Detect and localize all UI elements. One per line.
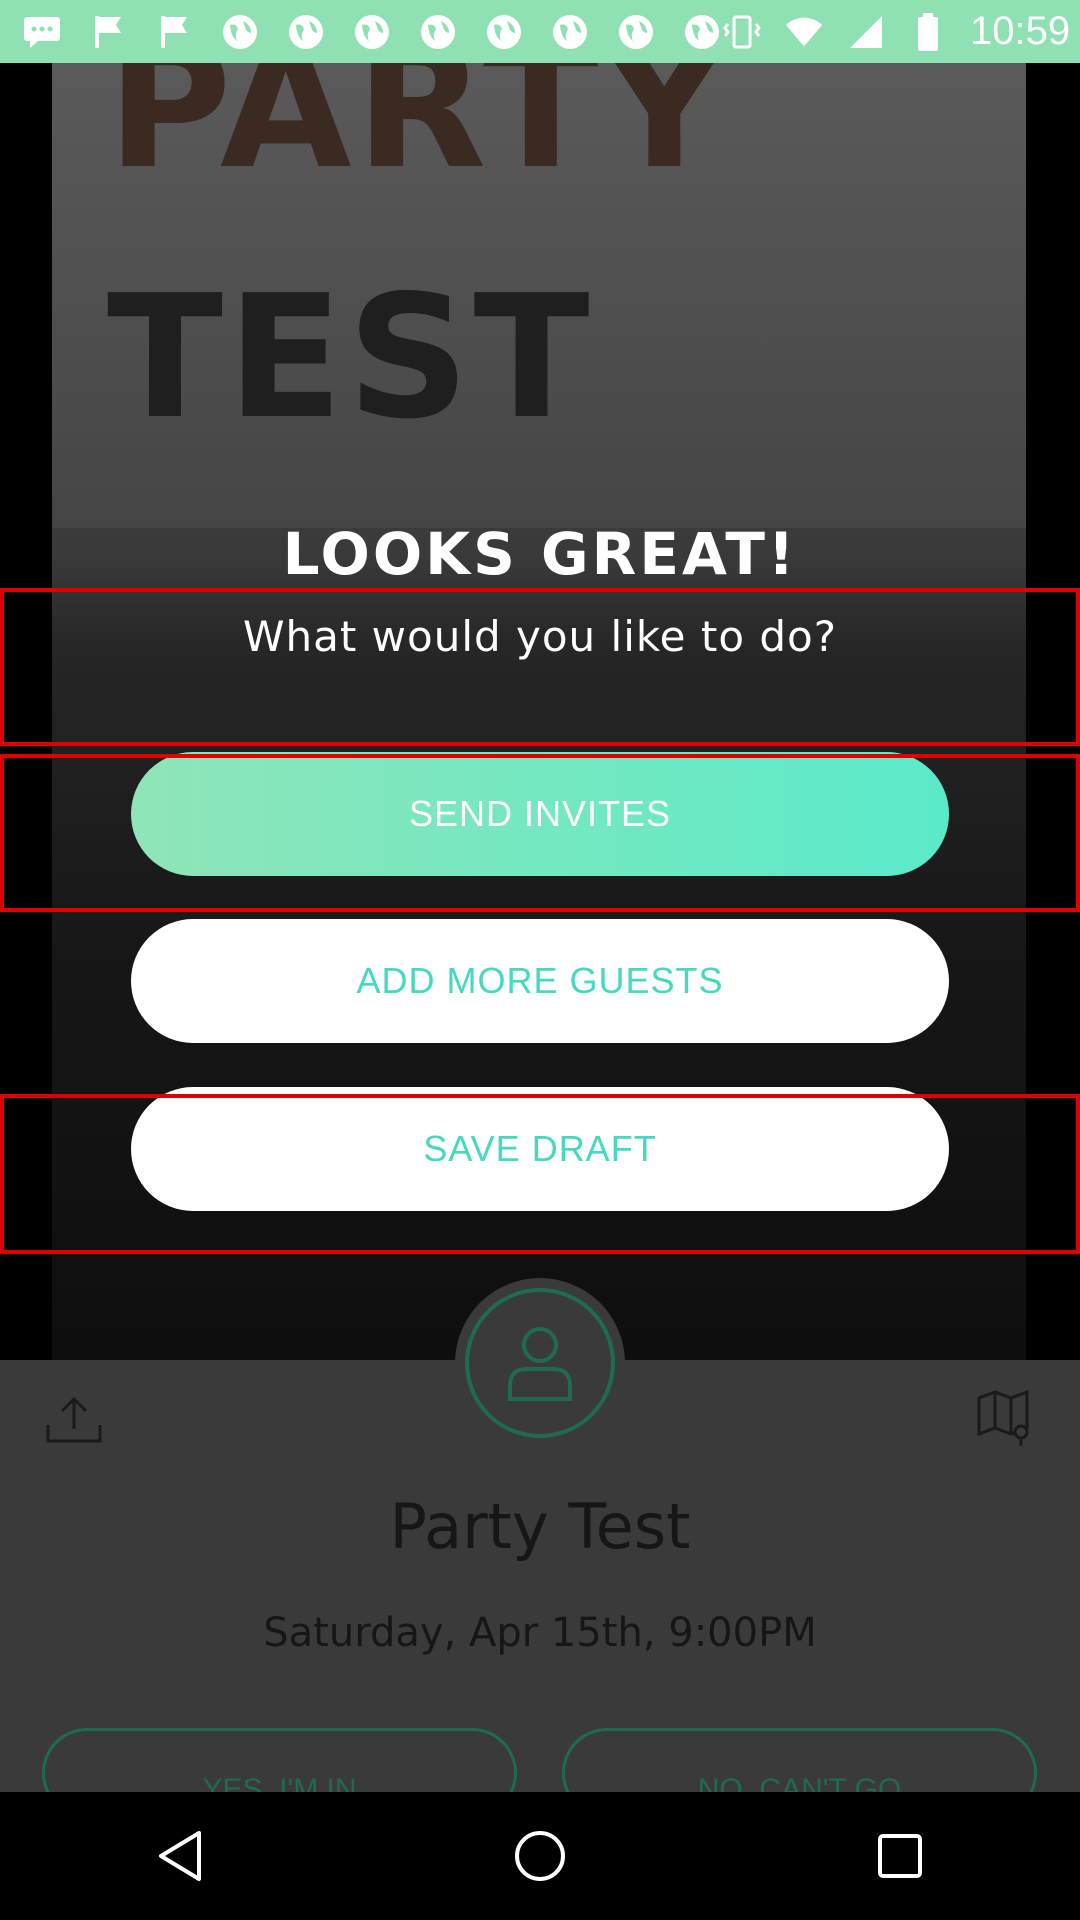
poster-title-line1: PARTY <box>107 63 730 207</box>
modal-title: LOOKS GREAT! <box>282 520 798 588</box>
chat-icon <box>22 12 62 52</box>
home-circle-icon <box>515 1831 565 1881</box>
globe-icon <box>550 12 590 52</box>
avatar-ring <box>465 1288 615 1438</box>
clock: 10:59 <box>970 9 1071 53</box>
system-status: 10:59 <box>722 9 1070 54</box>
globe-icon <box>352 12 392 52</box>
battery-icon <box>908 12 948 52</box>
navigation-bar <box>0 1792 1080 1920</box>
recents-button[interactable] <box>855 1811 945 1901</box>
host-avatar[interactable] <box>455 1278 625 1448</box>
globe-icon <box>418 12 458 52</box>
cell-signal-icon <box>846 12 886 52</box>
flag-icon <box>88 12 128 52</box>
add-more-guests-button[interactable]: ADD MORE GUESTS <box>131 919 949 1043</box>
notification-icons <box>22 12 722 52</box>
globe-icon <box>616 12 656 52</box>
globe-icon <box>220 12 260 52</box>
modal-subtitle: What would you like to do? <box>242 612 838 661</box>
status-bar: 10:59 <box>0 0 1080 63</box>
upload-icon[interactable] <box>44 1395 104 1445</box>
person-icon <box>508 1327 572 1401</box>
home-button[interactable] <box>495 1811 585 1901</box>
event-date: Saturday, Apr 15th, 9:00PM <box>263 1610 817 1656</box>
back-triangle-icon <box>159 1831 201 1881</box>
recents-square-icon <box>878 1834 922 1878</box>
poster-title-line2: TEST <box>107 259 594 457</box>
map-icon[interactable] <box>975 1388 1035 1448</box>
back-button[interactable] <box>135 1811 225 1901</box>
event-title: Party Test <box>389 1490 691 1563</box>
send-invites-button[interactable]: SEND INVITES <box>131 752 949 876</box>
vibrate-icon <box>722 12 762 52</box>
globe-icon <box>682 12 722 52</box>
globe-icon <box>484 12 524 52</box>
save-draft-button[interactable]: SAVE DRAFT <box>131 1087 949 1211</box>
globe-icon <box>286 12 326 52</box>
flag-icon <box>154 12 194 52</box>
wifi-icon <box>784 12 824 52</box>
